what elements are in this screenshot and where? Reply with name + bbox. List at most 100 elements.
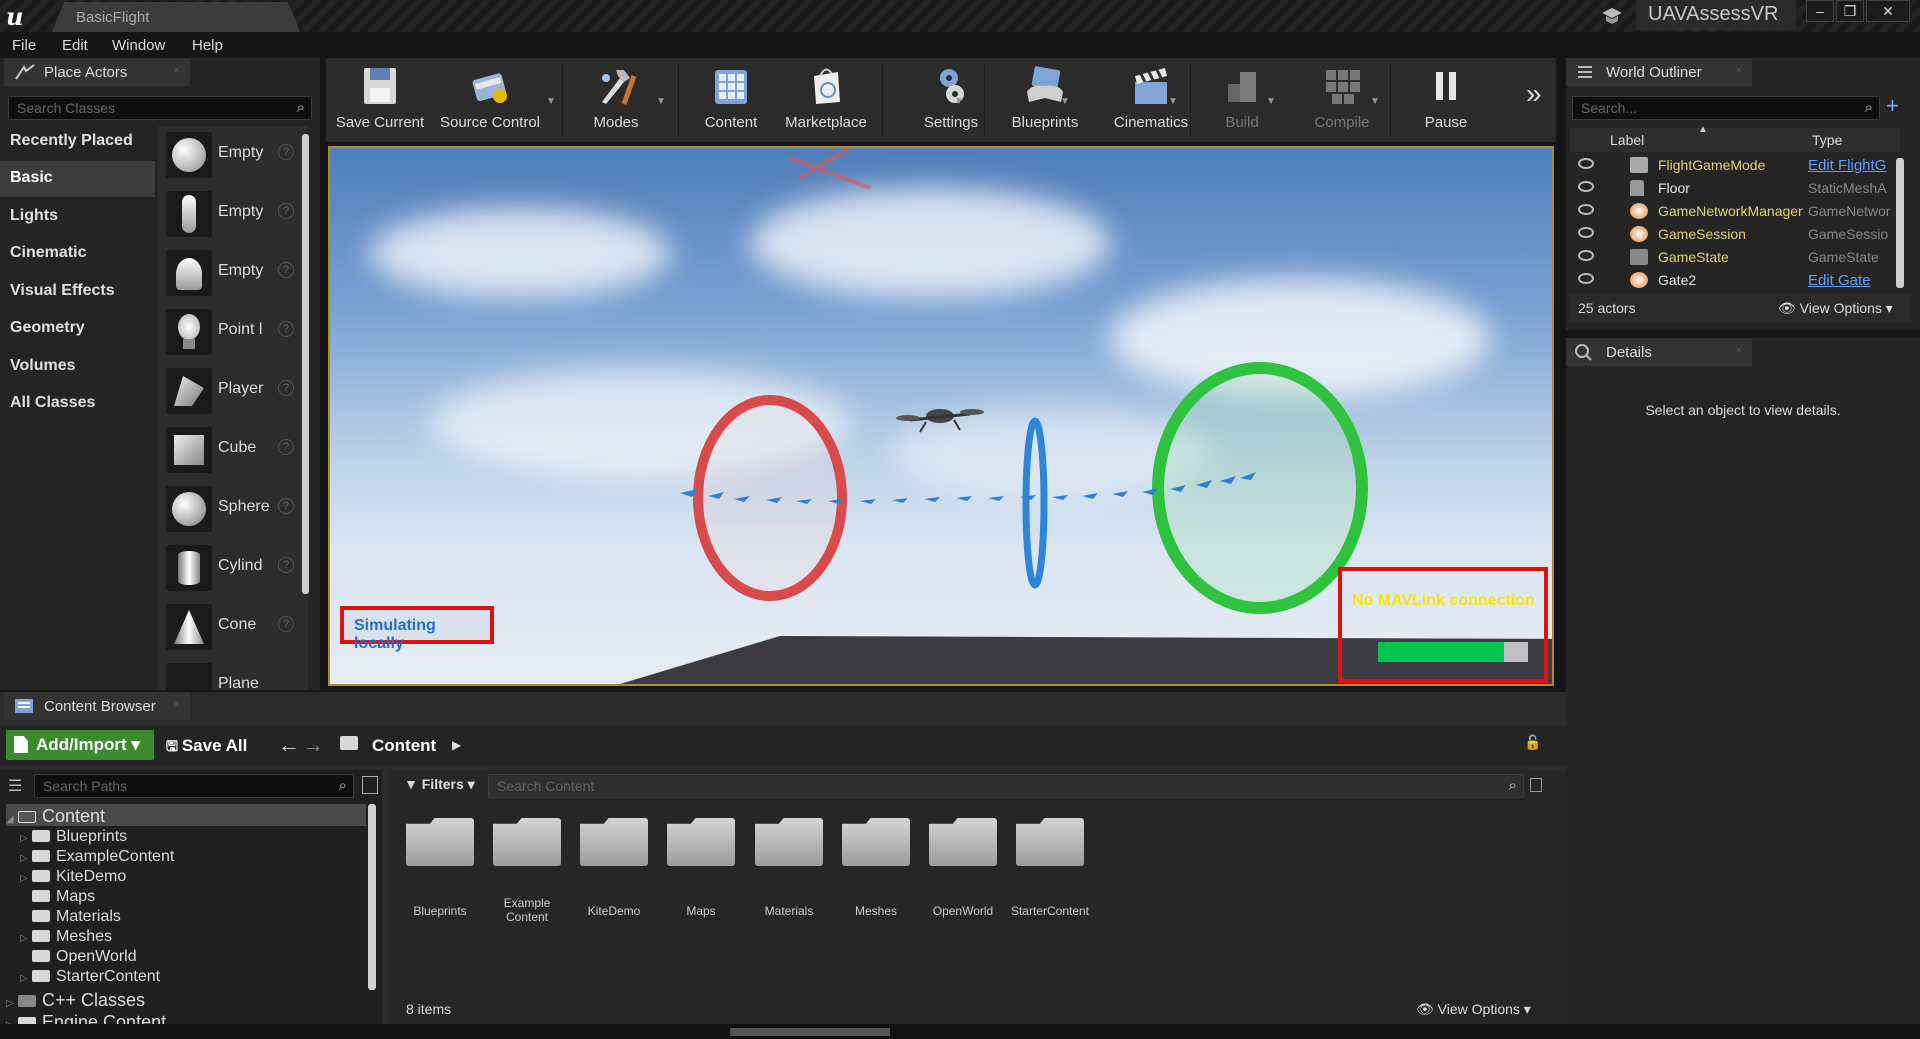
tree-item-meshes[interactable]: ▷ Meshes [20,928,112,948]
filters-button[interactable]: ▼ Filters ▾ [404,776,475,793]
tree-item-maps[interactable]: Maps [20,888,95,908]
help-icon[interactable]: ? [278,203,294,219]
column-type-header[interactable]: Type [1812,132,1842,148]
folder-tile-blueprints[interactable]: Blueprints [396,818,474,938]
modes-dropdown-icon[interactable]: ▼ [656,96,666,107]
outliner-row[interactable]: Floor StaticMeshA [1570,177,1900,200]
menu-help[interactable]: Help [192,37,223,54]
help-icon[interactable]: ? [278,144,294,160]
help-icon[interactable]: ? [278,498,294,514]
close-tab-icon[interactable]: × [1735,343,1742,357]
outliner-row[interactable]: FlightGameMode Edit FlightG [1570,154,1900,177]
actor-cube[interactable]: Cube? [160,423,300,479]
pause-button[interactable]: Pause [1406,58,1486,142]
blueprints-button[interactable]: Blueprints [990,58,1100,142]
marketplace-button[interactable]: Marketplace [776,58,876,142]
tree-item-startercontent[interactable]: ▷ StarterContent [20,968,160,988]
category-lights[interactable]: Lights [0,199,155,235]
outliner-row[interactable]: Gate2 Edit Gate [1570,269,1900,292]
outliner-row[interactable]: GameState GameState [1570,246,1900,269]
tree-item-kitedemo[interactable]: ▷ KiteDemo [20,868,126,888]
save-current-button[interactable]: Save Current [326,58,434,142]
column-label-header[interactable]: Label [1610,132,1644,148]
blueprints-dropdown-icon[interactable]: ▼ [1060,96,1070,107]
actor-empty-pawn[interactable]: Empty? [160,246,300,302]
menu-window[interactable]: Window [112,37,165,54]
folder-tile-example-content[interactable]: Example Content [483,818,561,938]
actor-cylinder[interactable]: Cylind? [160,541,300,597]
search-paths-input[interactable]: Search Paths ⌕ [34,774,354,798]
more-toolbar-icon[interactable]: » [1526,78,1542,110]
outliner-row[interactable]: GameSession GameSessio [1570,223,1900,246]
breadcrumb-content[interactable]: Content [372,736,436,756]
help-icon[interactable]: ? [278,439,294,455]
visibility-eye-icon[interactable] [1578,273,1594,284]
build-dropdown-icon[interactable]: ▼ [1266,96,1276,107]
breadcrumb-chevron-icon[interactable]: ▶ [452,738,461,752]
tab-content-browser[interactable]: Content Browser × [4,692,190,720]
category-geometry[interactable]: Geometry [0,311,155,347]
save-all-button[interactable]: 🖫 Save All [166,736,247,760]
modes-button[interactable]: Modes [566,58,666,142]
help-icon[interactable]: ? [278,380,294,396]
close-button[interactable]: ✕ [1866,0,1910,22]
visibility-eye-icon[interactable] [1578,181,1594,192]
folder-tile-kitedemo[interactable]: KiteDemo [570,818,648,938]
minimize-button[interactable]: – [1806,0,1834,22]
folder-tile-meshes[interactable]: Meshes [832,818,910,938]
tree-item-examplecontent[interactable]: ▷ ExampleContent [20,848,174,868]
visibility-eye-icon[interactable] [1578,158,1594,169]
help-icon[interactable]: ? [278,262,294,278]
asset-view-options[interactable]: 👁 View Options ▾ [1416,1001,1531,1018]
horizontal-scrollbar[interactable] [730,1028,890,1036]
compile-dropdown-icon[interactable]: ▼ [1370,96,1380,107]
actor-list-scrollbar[interactable] [302,134,309,594]
help-icon[interactable]: ? [278,321,294,337]
level-tab[interactable]: BasicFlight [52,2,300,32]
visibility-eye-icon[interactable] [1578,204,1594,215]
visibility-eye-icon[interactable] [1578,250,1594,261]
forward-arrow-icon[interactable]: → [302,732,324,758]
tree-item-openworld[interactable]: OpenWorld [20,948,137,968]
toggle-sources-icon[interactable]: ☰ [8,776,22,796]
source-control-button[interactable]: Source Control [434,58,546,142]
tree-item-content[interactable]: ◢ Content [6,806,105,826]
actor-empty-character[interactable]: Empty? [160,187,300,243]
outliner-row[interactable]: GameNetworkManager GameNetwor [1570,200,1900,223]
actor-cone[interactable]: Cone? [160,600,300,656]
settings-dropdown-icon[interactable]: ▼ [954,96,964,107]
search-content-input[interactable]: Search Content ⌕ [488,774,1524,798]
restore-button[interactable]: ❐ [1836,0,1864,22]
close-tab-icon[interactable]: × [173,63,180,77]
folder-tile-openworld[interactable]: OpenWorld [919,818,997,938]
folder-tile-maps[interactable]: Maps [657,818,735,938]
actor-plane[interactable]: Plane [160,659,300,690]
save-search-icon[interactable] [1530,778,1542,792]
outliner-search-input[interactable]: Search... ⌕ [1572,96,1880,120]
category-visual-effects[interactable]: Visual Effects [0,274,155,310]
outliner-scrollbar[interactable] [1896,158,1904,288]
category-cinematic[interactable]: Cinematic [0,236,155,272]
actor-empty-actor[interactable]: Empty? [160,128,300,184]
tree-item-blueprints[interactable]: ▷ Blueprints [20,828,127,848]
close-tab-icon[interactable]: × [1735,63,1742,77]
category-volumes[interactable]: Volumes [0,349,155,385]
folder-tile-startercontent[interactable]: StarterContent [1006,818,1089,938]
cinematics-dropdown-icon[interactable]: ▼ [1168,96,1178,107]
folder-tile-materials[interactable]: Materials [745,818,823,938]
tree-item-cpp-classes[interactable]: ▷ C++ Classes [6,990,145,1010]
actor-sphere[interactable]: Sphere? [160,482,300,538]
help-icon[interactable]: ? [278,557,294,573]
outliner-view-options[interactable]: 👁 View Options ▾ [1778,300,1893,317]
view-list-icon[interactable] [362,776,378,794]
actor-point-light[interactable]: Point l? [160,305,300,361]
search-classes-input[interactable]: Search Classes ⌕ [8,96,312,120]
menu-file[interactable]: File [12,37,36,54]
paths-scrollbar[interactable] [368,804,376,990]
menu-edit[interactable]: Edit [62,37,88,54]
category-all-classes[interactable]: All Classes [0,386,155,422]
tab-world-outliner[interactable]: World Outliner × [1566,58,1752,86]
source-control-dropdown-icon[interactable]: ▼ [546,96,556,107]
content-button[interactable]: Content [686,58,776,142]
back-arrow-icon[interactable]: ← [278,732,300,758]
